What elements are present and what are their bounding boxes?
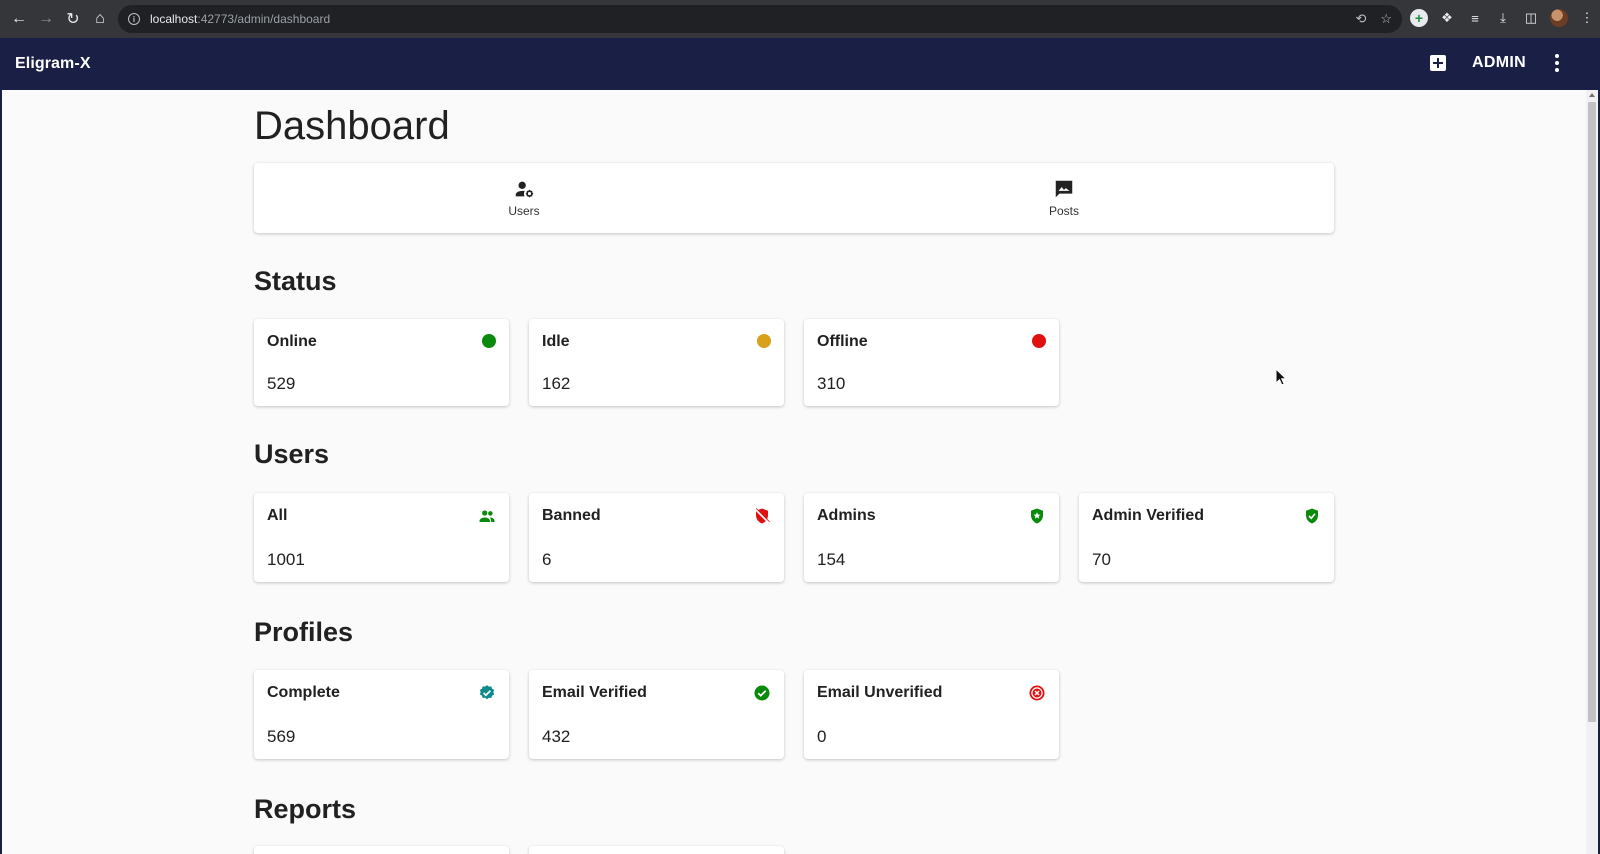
- browser-toolbar: ← → ↻ ⌂ i localhost:42773/admin/dashboar…: [0, 0, 1600, 38]
- card-label: All: [267, 507, 288, 524]
- share-icon[interactable]: ⟲: [1355, 11, 1366, 27]
- scroll-up-arrow-icon[interactable]: [1589, 93, 1595, 97]
- profiles-card-email-verified[interactable]: Email Verified 432: [529, 670, 784, 759]
- extensions-puzzle-icon[interactable]: ❖: [1438, 9, 1456, 27]
- verified-badge-icon: [479, 685, 495, 700]
- card-value: 162: [542, 374, 571, 393]
- extension-plus-icon[interactable]: +: [1410, 9, 1428, 27]
- reading-list-icon[interactable]: ≡: [1466, 9, 1484, 27]
- card-value: 0: [817, 727, 827, 746]
- group-icon: [479, 510, 495, 522]
- page-title: Dashboard: [254, 104, 450, 148]
- app-bar: Eligram-X ADMIN: [2, 38, 1598, 90]
- card-value: 6: [542, 550, 552, 569]
- card-label: Admin Verified: [1092, 507, 1205, 524]
- card-value: 529: [267, 374, 296, 393]
- shield-off-icon: [754, 508, 770, 524]
- side-panel-icon[interactable]: ◫: [1522, 9, 1540, 27]
- card-label: Email Unverified: [817, 684, 943, 701]
- frame-border-left: [0, 38, 2, 854]
- address-bar[interactable]: i localhost:42773/admin/dashboard ⟲ ☆: [118, 5, 1402, 33]
- card-label: Admins: [817, 507, 876, 524]
- url-text[interactable]: localhost:42773/admin/dashboard: [150, 12, 330, 26]
- more-vert-icon[interactable]: [1555, 54, 1559, 72]
- online-status-dot-icon: [482, 334, 496, 348]
- x-circle-icon: [1029, 685, 1045, 701]
- page-scrollbar[interactable]: [1586, 90, 1598, 854]
- reports-section-title: Reports: [254, 794, 357, 824]
- check-circle-icon: [754, 685, 770, 701]
- scroll-thumb[interactable]: [1588, 102, 1596, 722]
- card-value: 1001: [267, 550, 305, 569]
- users-section-title: Users: [254, 439, 330, 469]
- tab-posts-label: Posts: [1048, 204, 1079, 218]
- reload-icon[interactable]: ↻: [60, 6, 86, 32]
- status-card-idle[interactable]: Idle 162: [529, 319, 784, 406]
- profiles-card-email-unverified[interactable]: Email Unverified 0: [804, 670, 1059, 759]
- reports-card-partial[interactable]: [529, 846, 784, 854]
- add-box-icon[interactable]: [1430, 55, 1446, 71]
- card-label: Banned: [542, 507, 601, 524]
- tab-users-label: Users: [508, 204, 540, 218]
- download-icon[interactable]: ⤓: [1494, 9, 1512, 27]
- status-card-offline[interactable]: Offline 310: [804, 319, 1059, 406]
- card-label: Offline: [817, 333, 868, 350]
- card-value: 70: [1092, 550, 1111, 569]
- app-title[interactable]: Eligram-X: [15, 55, 91, 73]
- shield-star-icon: [1031, 508, 1043, 524]
- browser-menu-icon[interactable]: ⋮: [1578, 9, 1596, 27]
- bookmark-star-icon[interactable]: ☆: [1380, 11, 1392, 27]
- home-icon[interactable]: ⌂: [87, 6, 113, 32]
- card-value: 432: [542, 727, 571, 746]
- image-message-icon: [1055, 180, 1073, 198]
- profiles-card-complete[interactable]: Complete 569: [254, 670, 509, 759]
- offline-status-dot-icon: [1032, 334, 1046, 348]
- reports-card-partial[interactable]: [254, 846, 509, 854]
- card-value: 154: [817, 550, 846, 569]
- profiles-section-title: Profiles: [254, 617, 354, 647]
- card-label: Idle: [542, 333, 570, 350]
- back-icon[interactable]: ←: [6, 6, 32, 32]
- status-card-online[interactable]: Online 529: [254, 319, 509, 406]
- card-value: 310: [817, 374, 846, 393]
- shield-check-icon: [1306, 508, 1318, 524]
- manage-accounts-icon: [515, 181, 534, 198]
- users-card-admin-verified[interactable]: Admin Verified 70: [1079, 493, 1334, 582]
- card-label: Email Verified: [542, 684, 647, 701]
- card-value: 569: [267, 727, 296, 746]
- profile-avatar[interactable]: [1550, 9, 1568, 27]
- card-label: Online: [267, 333, 317, 350]
- forward-icon[interactable]: →: [33, 6, 59, 32]
- mouse-cursor-icon: [1275, 368, 1287, 386]
- card-label: Complete: [267, 684, 340, 701]
- tab-users[interactable]: Users: [254, 163, 794, 233]
- users-card-all[interactable]: All 1001: [254, 493, 509, 582]
- idle-status-dot-icon: [757, 334, 771, 348]
- status-section-title: Status: [254, 266, 337, 296]
- users-card-admins[interactable]: Admins 154: [804, 493, 1059, 582]
- users-card-banned[interactable]: Banned 6: [529, 493, 784, 582]
- site-info-icon[interactable]: i: [128, 13, 140, 25]
- admin-account-button[interactable]: ADMIN: [1472, 54, 1526, 72]
- tab-posts[interactable]: Posts: [794, 163, 1334, 233]
- dashboard-tabs: Users Posts: [254, 163, 1334, 233]
